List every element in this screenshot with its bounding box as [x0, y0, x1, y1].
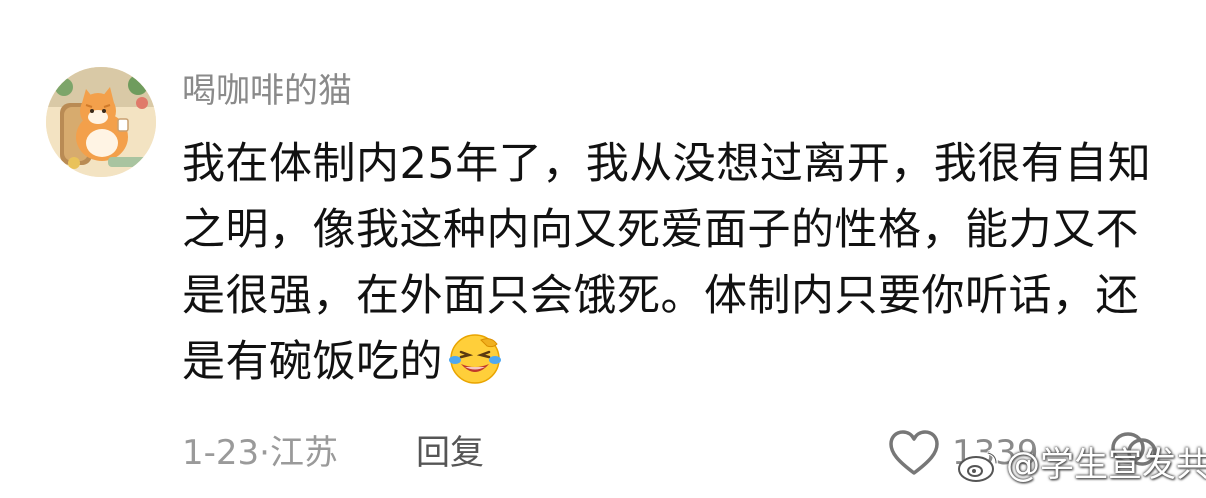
weibo-logo-icon	[958, 451, 998, 482]
meta-separator: ·	[259, 433, 270, 473]
watermark: @学生宣发共使	[956, 440, 1206, 490]
comment-location: 江苏	[269, 433, 338, 473]
comment-text-line: 我在体制内25年了，我从没想过离开，我很有自知	[182, 139, 1152, 189]
comment-text-line-end: 是有碗饭吃的	[182, 337, 443, 387]
avatar[interactable]	[46, 67, 156, 177]
watermark-text: @学生宣发共使	[1006, 445, 1206, 485]
reply-button[interactable]: 回复	[416, 430, 484, 476]
cat-avatar-icon	[46, 67, 156, 177]
comment-item: 喝咖啡的猫 我在体制内25年了，我从没想过离开，我很有自知 之明，像我这种内向又…	[0, 0, 1206, 498]
laughing-crying-emoji-icon	[449, 334, 501, 384]
comment-text-line: 是很强，在外面只会饿死。体制内只要你听话，还	[182, 271, 1139, 321]
comment-text-line-last: 是有碗饭吃的	[182, 329, 1172, 395]
comment-meta: 1-23·江苏	[182, 430, 338, 476]
heart-outline-icon	[889, 430, 939, 475]
comment-date: 1-23	[182, 433, 260, 473]
comment-text: 我在体制内25年了，我从没想过离开，我很有自知 之明，像我这种内向又死爱面子的性…	[182, 131, 1172, 395]
username[interactable]: 喝咖啡的猫	[182, 68, 352, 114]
comment-text-line: 之明，像我这种内向又死爱面子的性格，能力又不	[182, 205, 1139, 255]
